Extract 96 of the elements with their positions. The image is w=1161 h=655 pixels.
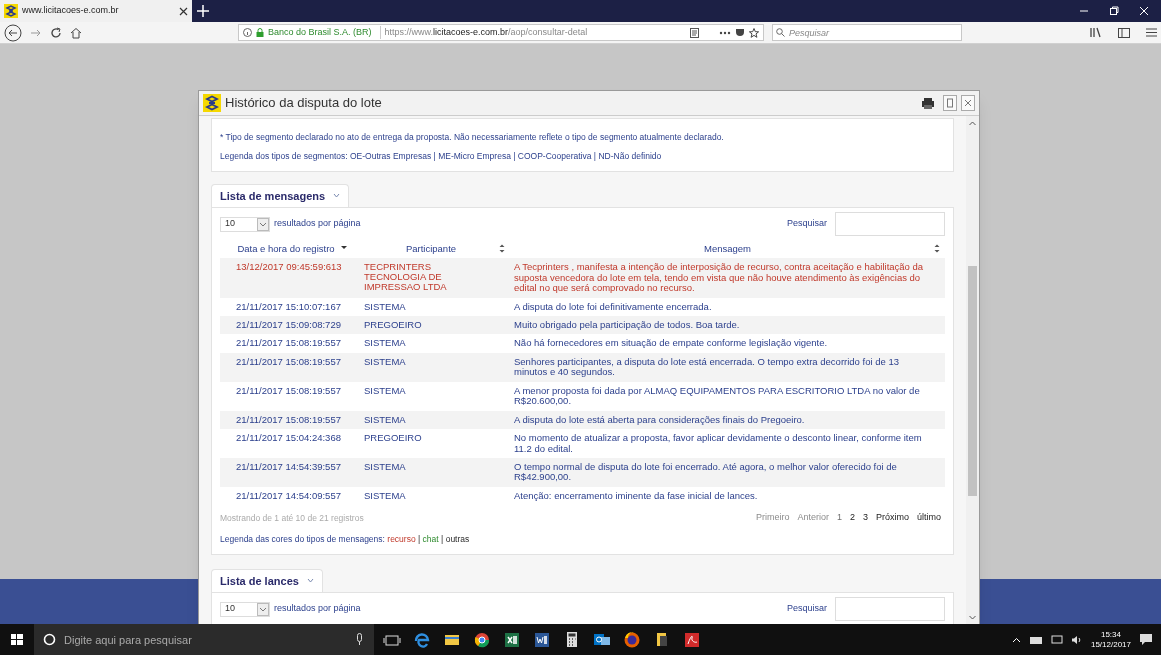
message-cell: Senhores participantes, a disputa do lote está encerrada. O tempo extra decorrido foi de 13 minutos e 40 segundos. (510, 352, 945, 382)
dialog-title: Histórico da disputa do lote (225, 94, 383, 113)
maximize-icon[interactable] (943, 95, 957, 111)
search-field[interactable]: Pesquisar (772, 24, 962, 41)
pagination-link[interactable]: Próximo (871, 511, 913, 525)
url-text: https://www.licitacoes-e.com.br/aop/consultar-detal (379, 25, 588, 40)
date-cell: 21/11/2017 15:08:19:557 (220, 410, 352, 430)
message-cell: A menor proposta foi dada por ALMAQ EQUIPAMENTOS PARA ESCRITORIO LTDA no valor de R$20.600,00. (510, 381, 945, 411)
caret-icon (306, 578, 314, 584)
microphone-icon[interactable] (355, 633, 364, 646)
page-size-label: resultados por página (274, 217, 361, 231)
column-header[interactable]: Mensagem (510, 240, 945, 259)
site-logo-icon (4, 4, 18, 18)
star-icon[interactable] (749, 27, 759, 38)
search-field[interactable] (835, 212, 945, 236)
print-icon[interactable] (921, 97, 935, 109)
pagination-link[interactable]: Primeiro (751, 511, 794, 525)
participant-cell-text: SISTEMA (364, 414, 407, 425)
pagination-link[interactable]: Anterior (793, 511, 833, 525)
message-cell: A disputa do lote foi definitivamente encerrada. (510, 297, 945, 316)
site-identity: Banco do Brasil S.A. (BR) (268, 25, 372, 39)
dropdown-icon[interactable] (257, 602, 269, 616)
date-cell: 13/12/2017 09:45:59:613 (220, 258, 352, 298)
participant-cell-text: SISTEMA (364, 301, 407, 312)
chevron-up-icon[interactable] (1011, 636, 1021, 643)
reader-view-icon[interactable] (690, 27, 699, 38)
sort-icon[interactable] (933, 244, 941, 253)
reload-icon[interactable] (50, 26, 62, 39)
message-cell: No momento de atualizar a proposta, favor aplicar devidamente o desconto linear, conforme item 11.2 do edital. (510, 429, 945, 458)
note-text: Legenda dos tipos de segmentos: OE-Outras Empresas | ME-Micro Empresa | COOP-Cooperativa | ND-Não definido (220, 149, 663, 163)
home-icon[interactable] (70, 26, 82, 39)
library-icon[interactable] (1090, 27, 1102, 38)
column-header[interactable]: Participante (352, 240, 510, 259)
pagination-link[interactable]: 2 (845, 511, 859, 525)
color-legend: Legenda das cores do tipos de mensagens: recurso | chat | outras (220, 532, 945, 546)
clock-date: 15/12/2017 (1090, 639, 1131, 650)
date-cell: 21/11/2017 15:09:08:729 (220, 316, 352, 335)
menu-icon[interactable] (1146, 28, 1157, 37)
date-cell: 21/11/2017 15:08:19:557 (220, 334, 352, 353)
date-cell: 21/11/2017 15:04:24:368 (220, 429, 352, 458)
date-cell: 21/11/2017 14:54:09:557 (220, 486, 352, 506)
participant-cell-text: SISTEMA (364, 356, 407, 367)
pagination-link[interactable]: 1 (832, 511, 846, 525)
message-cell: Atenção: encerramento iminente da fase inicial de lances. (510, 486, 945, 506)
participant-cell-text: SISTEMA (364, 385, 407, 396)
sort-icon[interactable] (498, 244, 506, 253)
date-cell: 21/11/2017 15:10:07:167 (220, 297, 352, 316)
message-cell: O tempo normal de disputa do lote foi encerrado. Até agora, o melhor valor oferecido foi de R$42.900,00. (510, 457, 945, 487)
more-icon[interactable] (719, 30, 731, 35)
sidebar-icon[interactable] (1118, 27, 1130, 38)
lock-icon (256, 28, 264, 37)
info-icon (243, 28, 252, 37)
note-text: * Tipo de segmento declarado no ato de entrega da proposta. Não necessariamente reflete o tipo de segmento atualmente declarado. (220, 131, 725, 144)
search-label: Pesquisar (786, 217, 827, 231)
participant-cell-text: SISTEMA (364, 490, 407, 501)
page-size-label: resultados por página (274, 602, 361, 616)
participant-cell-text: SISTEMA (364, 461, 407, 472)
page-size-select[interactable]: 10 (220, 216, 270, 232)
search-icon (776, 28, 785, 37)
browser-tab[interactable]: www.licitacoes-e.com.br (0, 0, 192, 22)
clock-time: 15:34 (1100, 629, 1121, 640)
address-bar[interactable]: Banco do Brasil S.A. (BR) https://www.licitacoes-e.com.br/aop/consultar-detal (238, 24, 764, 41)
participant-cell-text: SISTEMA (364, 338, 407, 349)
section-tab[interactable]: Lista de lances (211, 568, 323, 592)
column-header[interactable]: Data e hora do registro (220, 240, 352, 259)
results-info: Mostrando de 1 até 10 de 21 registros (220, 511, 364, 525)
restore-icon[interactable] (1109, 6, 1119, 16)
date-cell: 21/11/2017 14:54:39:557 (220, 457, 352, 487)
section-tab[interactable]: Lista de mensagens (211, 183, 350, 207)
notifications-icon[interactable] (1139, 633, 1153, 646)
back-icon[interactable] (4, 23, 22, 42)
message-cell: A Tecprinters , manifesta a intenção de interposição de recurso, contra aceitação e habilitação da suposta vencedora do lote em tela, tendo em vista que não houve atendimento às exigências do edital no que será comprovado no recurso. (510, 258, 945, 298)
caret-icon (333, 193, 341, 199)
date-cell: 21/11/2017 15:08:19:557 (220, 381, 352, 411)
message-cell: Muito obrigado pela participação de todos. Boa tarde. (510, 316, 945, 335)
cortana-circle-icon (43, 633, 56, 646)
speaker-icon[interactable] (1070, 634, 1083, 645)
message-cell: A disputa do lote está aberta para considerações finais do Pregoeiro. (510, 410, 945, 430)
search-field[interactable] (835, 597, 945, 621)
date-cell: 21/11/2017 15:08:19:557 (220, 352, 352, 382)
close-icon[interactable] (179, 6, 188, 16)
scrollbar-drawing[interactable] (966, 116, 979, 624)
monitor-icon[interactable] (1050, 634, 1063, 645)
search-label: Pesquisar (786, 602, 827, 616)
dropdown-icon[interactable] (257, 217, 269, 231)
pagination-link[interactable]: 3 (858, 511, 872, 525)
taskbar-search-field[interactable]: Digite aqui para pesquisar (34, 624, 374, 655)
tab-title: www.licitacoes-e.com.br (22, 4, 120, 18)
pocket-icon[interactable] (735, 27, 745, 38)
participant-cell-text: PREGOEIRO (364, 320, 423, 330)
page-size-select[interactable]: 10 (220, 601, 270, 617)
pagination-link[interactable]: último (913, 511, 945, 525)
message-cell: Não há fornecedores em situação de empate conforme legislação vigente. (510, 334, 945, 353)
participant-cell-text: TECPRINTERS TECNOLOGIA DE IMPRESSAO LTDA (364, 262, 448, 293)
bank-logo-icon (203, 94, 221, 112)
participant-cell-text: PREGOEIRO (364, 433, 423, 444)
